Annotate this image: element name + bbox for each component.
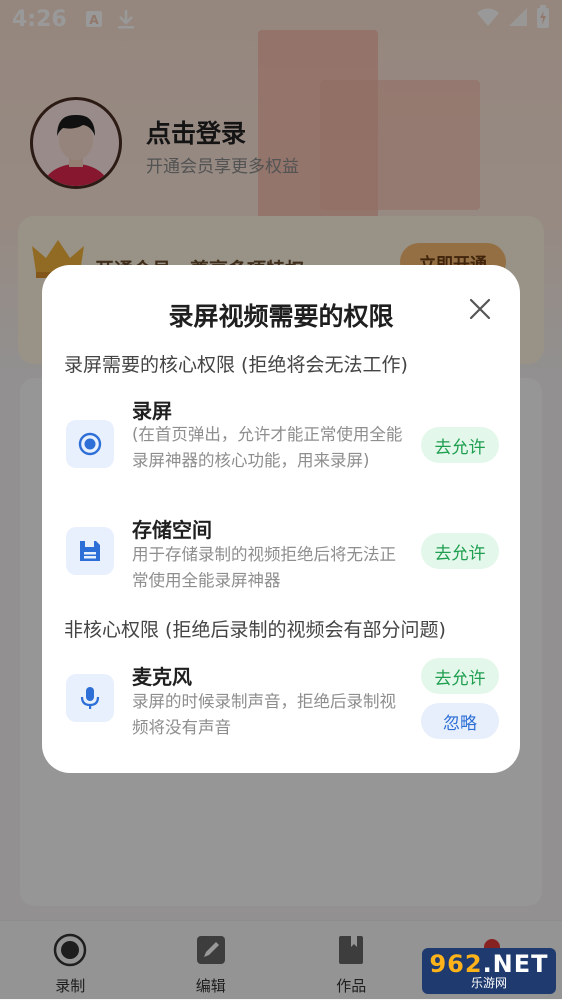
- microphone-ignore-button[interactable]: 忽略: [421, 703, 499, 739]
- watermark-subtext: 乐游网: [470, 976, 507, 990]
- dialog-title: 录屏视频需要的权限: [168, 302, 394, 331]
- close-button[interactable]: [466, 297, 494, 325]
- permission-name: 录屏: [132, 399, 172, 423]
- record-icon: [66, 420, 114, 468]
- noncore-permissions-heading: 非核心权限 (拒绝后录制的视频会有部分问题): [64, 619, 446, 641]
- permission-description: 录屏的时候录制声音，拒绝后录制视频将没有声音: [132, 692, 396, 737]
- storage-icon: [66, 527, 114, 575]
- watermark-suffix: .NET: [482, 950, 549, 978]
- permission-description: 用于存储录制的视频拒绝后将无法正常使用全能录屏神器: [132, 545, 396, 590]
- permission-name: 存储空间: [132, 518, 212, 542]
- microphone-icon: [66, 674, 114, 722]
- site-watermark: 962.NET 乐游网: [422, 948, 556, 994]
- close-icon: [469, 298, 491, 324]
- permission-description: (在首页弹出，允许才能正常使用全能录屏神器的核心功能，用来录屏): [132, 425, 403, 470]
- storage-allow-button[interactable]: 去允许: [421, 533, 499, 569]
- record-allow-button[interactable]: 去允许: [421, 427, 499, 463]
- microphone-allow-button[interactable]: 去允许: [421, 658, 499, 694]
- watermark-digits: 962: [429, 950, 483, 978]
- core-permissions-heading: 录屏需要的核心权限 (拒绝将会无法工作): [64, 354, 408, 376]
- permission-dialog: 录屏视频需要的权限 录屏需要的核心权限 (拒绝将会无法工作) 录屏 (在首页弹出…: [42, 265, 520, 773]
- permission-name: 麦克风: [132, 665, 192, 689]
